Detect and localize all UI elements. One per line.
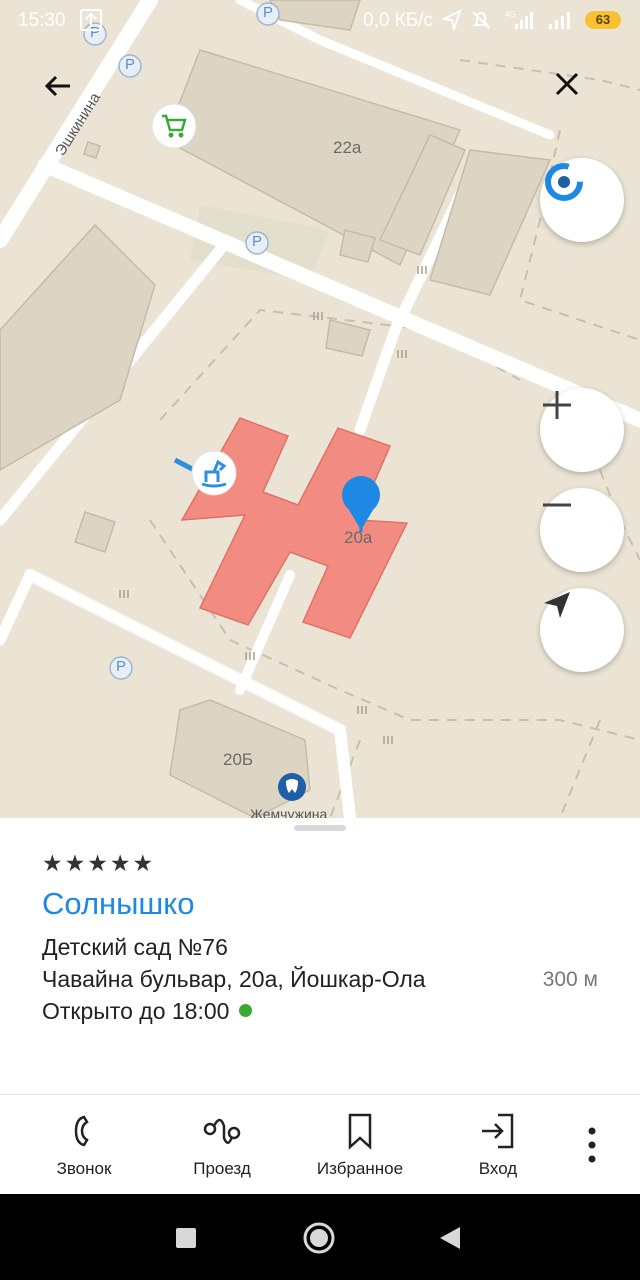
route-label: Проезд (193, 1159, 251, 1178)
tooth-icon[interactable] (278, 773, 306, 801)
call-label: Звонок (56, 1159, 112, 1178)
opening-hours-text: Открыто до 18:00 (42, 998, 230, 1024)
compass-icon (545, 163, 583, 201)
parking-label: P (125, 56, 136, 73)
upload-icon (80, 9, 102, 31)
poi-label: Жемчужина (250, 806, 328, 818)
bookmark-label: Избранное (316, 1159, 404, 1178)
building-label-22a: 22а (333, 138, 362, 157)
svg-text:4G: 4G (505, 10, 516, 19)
back-arrow-icon[interactable] (42, 70, 86, 114)
home-circle-icon[interactable] (302, 1221, 336, 1255)
bookmark-icon (348, 1113, 372, 1150)
place-category: Детский сад №76 (42, 934, 228, 960)
close-icon[interactable] (553, 70, 597, 114)
open-status-dot (239, 1004, 253, 1017)
parking-label: P (116, 658, 127, 675)
entrance-label: Вход (478, 1159, 518, 1178)
location-arrow-icon (442, 9, 462, 31)
status-time: 15:30 (18, 10, 66, 31)
place-distance: 300 м (542, 968, 598, 991)
place-name: Солнышко (42, 886, 195, 921)
signal-icon (549, 12, 570, 29)
zoom-out-button[interactable] (540, 488, 624, 572)
shopping-cart-icon[interactable] (151, 103, 197, 149)
bookmark-button[interactable]: Избранное (300, 1095, 420, 1195)
route-button[interactable]: Проезд (162, 1095, 282, 1195)
route-icon (203, 1118, 241, 1144)
login-icon (482, 1113, 514, 1149)
back-triangle-icon[interactable] (438, 1225, 462, 1251)
status-bar: 15:30 0,0 КБ/с 4G 63 (0, 0, 640, 42)
battery-icon: 63 (585, 11, 621, 29)
my-location-button[interactable] (540, 588, 624, 672)
zoom-in-button[interactable] (540, 388, 624, 472)
building-label-20a: 20а (344, 528, 373, 547)
action-bar: Звонок Проезд Избранное Вход (0, 1094, 640, 1195)
entrance-button[interactable]: Вход (438, 1095, 558, 1195)
system-nav-bar (0, 1194, 640, 1280)
building-label-20b: 20Б (223, 750, 254, 769)
net-speed: 0,0 КБ/с (363, 10, 434, 31)
signal-4g-icon: 4G (505, 10, 533, 29)
map-view[interactable]: P P P P P Эшкинина 22а 20а 20Б Жемчужина (0, 0, 640, 818)
call-button[interactable]: Звонок (24, 1095, 144, 1195)
sheet-drag-handle[interactable] (294, 825, 346, 831)
my-location-icon (544, 592, 570, 618)
mute-icon (472, 11, 490, 29)
parking-label: P (252, 233, 263, 250)
opening-hours: Открыто до 18:00 (42, 998, 253, 1025)
rating-stars: ★★★★★ (42, 850, 156, 876)
place-address: Чавайна бульвар, 20а, Йошкар-Ола (42, 966, 426, 992)
zoom-out-icon (543, 503, 571, 507)
recents-square-icon[interactable] (175, 1227, 197, 1249)
zoom-in-icon (543, 391, 571, 419)
compass-button[interactable] (540, 158, 624, 242)
more-vertical-icon[interactable] (572, 1117, 612, 1173)
phone-icon (74, 1115, 89, 1147)
